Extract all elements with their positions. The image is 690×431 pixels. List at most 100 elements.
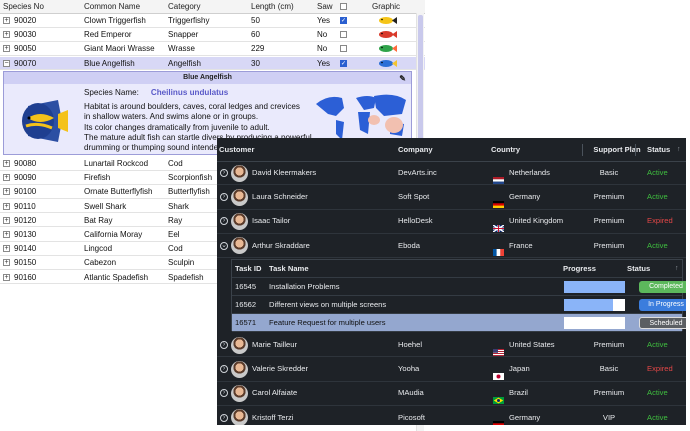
saw-checkbox[interactable] — [340, 31, 347, 39]
expand-chevron-icon[interactable]: › — [220, 389, 228, 398]
support-plan-cell: Premium — [593, 192, 625, 202]
expand-chevron-icon[interactable]: › — [220, 365, 228, 374]
customer-name: Isaac Tailor — [252, 216, 291, 226]
saw-checkbox[interactable]: ✓ — [340, 17, 347, 24]
task-id-cell: 16545 — [235, 282, 257, 291]
status-cell: Active — [647, 168, 668, 177]
category-cell: Triggerfishy — [168, 16, 210, 25]
customer-row[interactable]: › Kristoff Terzi Picosoft Germany VIP Active — [217, 406, 686, 425]
expand-icon[interactable]: + — [3, 45, 10, 53]
column-header[interactable]: Country — [491, 138, 581, 162]
customer-row[interactable]: ⌄ Arthur Skraddare Eboda France Premium Activ… — [217, 234, 686, 258]
expand-icon[interactable]: + — [3, 273, 10, 281]
collapse-chevron-icon[interactable]: ⌄ — [220, 241, 228, 250]
expand-icon[interactable]: + — [3, 188, 10, 196]
customer-name: Laura Schneider — [252, 192, 308, 202]
customer-row[interactable]: › Marie Tailleur Hoehel United States Premiu… — [217, 333, 686, 358]
customer-row[interactable]: › Valerie Skredder Yooha Japan Basic Expired — [217, 357, 686, 382]
customer-name: Valerie Skredder — [252, 364, 308, 374]
task-status-badge: Scheduled — [639, 317, 686, 329]
customer-row[interactable]: › Isaac Tailor HelloDesk United Kingdom Prem… — [217, 209, 686, 234]
column-header[interactable]: Length (cm) — [251, 0, 316, 13]
subgrid-column-header[interactable]: Status — [627, 260, 677, 278]
subgrid-column-header[interactable]: Task ID — [235, 260, 267, 278]
expand-icon[interactable]: + — [3, 174, 10, 182]
expand-icon[interactable]: + — [3, 17, 10, 24]
species-no-cell: 90090 — [14, 173, 37, 183]
sort-arrow-icon[interactable]: ↑ — [677, 138, 681, 162]
flag-jp-icon — [493, 366, 504, 380]
customer-name: Carol Alfaiate — [252, 388, 298, 398]
expand-icon[interactable]: + — [3, 231, 10, 238]
table-row[interactable]: −90070 Blue Angelfish Angelfish 30 Yes ✓ — [0, 56, 425, 71]
task-row[interactable]: 16562 Different views on multiple screens… — [232, 296, 686, 314]
expand-icon[interactable]: + — [3, 160, 10, 167]
species-no-cell: 90160 — [14, 272, 37, 282]
task-status-badge: Completed — [639, 281, 686, 293]
status-cell: Active — [647, 412, 668, 422]
expand-chevron-icon[interactable]: › — [220, 217, 228, 226]
customer-name: David Kleermakers — [252, 168, 317, 177]
country-name: United States — [509, 340, 555, 349]
task-row[interactable]: 16571 Feature Request for multiple users S… — [232, 314, 686, 332]
sort-arrow-icon[interactable]: ↑ — [675, 260, 679, 278]
customer-row[interactable]: › David Kleermakers DevArts.inc Netherlands… — [217, 161, 686, 186]
column-header[interactable]: Status — [647, 138, 681, 162]
progress-fill — [564, 299, 613, 311]
subgrid-column-header[interactable]: Progress — [563, 260, 623, 278]
column-header[interactable]: Common Name — [84, 0, 167, 13]
expand-chevron-icon[interactable]: › — [220, 413, 228, 422]
country-cell: Japan — [493, 357, 585, 381]
table-row[interactable]: +90030 Red Emperor Snapper 60 No — [0, 28, 425, 42]
column-header[interactable]: Species No — [3, 0, 83, 13]
detail-title: Blue Angelfish — [183, 74, 232, 81]
common-name-cell: Swell Shark — [84, 201, 127, 211]
flag-uk-icon — [492, 218, 505, 233]
flag-de-icon — [493, 414, 504, 425]
expand-icon[interactable]: + — [3, 31, 10, 39]
species-no-cell: 90020 — [14, 16, 37, 25]
expand-icon[interactable]: + — [3, 216, 10, 224]
category-cell: Snapper — [168, 30, 199, 40]
expand-chevron-icon[interactable]: › — [220, 169, 228, 177]
avatar — [231, 164, 248, 182]
common-name-cell: Blue Angelfish — [84, 58, 135, 68]
subgrid-column-header[interactable]: Task Name — [269, 260, 469, 278]
expand-icon[interactable]: + — [3, 202, 10, 210]
common-name-cell: Lingcod — [84, 244, 113, 254]
expand-icon[interactable]: + — [3, 245, 10, 253]
column-header[interactable]: Customer — [219, 138, 369, 162]
collapse-icon[interactable]: − — [3, 59, 10, 67]
column-header[interactable]: Category — [168, 0, 250, 13]
avatar — [231, 237, 248, 255]
saw-header-checkbox[interactable] — [340, 3, 347, 10]
expand-icon[interactable]: + — [3, 259, 10, 267]
edit-pencil-icon[interactable]: ✎ — [399, 73, 406, 85]
description-line: Habitat is around boulders, caves, coral… — [84, 102, 300, 112]
customer-row[interactable]: › Laura Schneider Soft Spot Germany Premium A… — [217, 185, 686, 210]
column-header[interactable]: Graphic — [372, 0, 412, 13]
length-cell: 229 — [251, 44, 265, 54]
species-label: Species Name: — [84, 88, 139, 97]
expand-chevron-icon[interactable]: › — [220, 193, 228, 202]
table-row[interactable]: +90020 Clown Triggerfish Triggerfishy 50 Yes… — [0, 14, 425, 28]
saw-checkbox[interactable]: ✓ — [340, 59, 347, 67]
task-row[interactable]: 16545 Installation Problems Completed — [232, 278, 686, 296]
column-header[interactable]: Support Plan — [589, 138, 645, 162]
description-line: Its color changes dramatically from juve… — [84, 122, 270, 132]
support-plan-cell: Premium — [593, 340, 625, 349]
species-no-cell: 90110 — [14, 201, 36, 211]
column-header[interactable]: Company — [398, 138, 478, 162]
support-plan-cell: Premium — [593, 388, 625, 398]
species-line: Species Name: Cheilinus undulatus — [84, 88, 312, 98]
table-row[interactable]: +90050 Giant Maori Wrasse Wrasse 229 No — [0, 42, 425, 56]
task-name-cell: Installation Problems — [269, 282, 340, 291]
country-cell: Germany — [493, 185, 585, 209]
saw-checkbox[interactable] — [340, 45, 347, 53]
country-cell: United States — [493, 333, 585, 357]
customer-row[interactable]: › Carol Alfaiate MAudia Brazil Premium Active — [217, 381, 686, 406]
task-name-cell: Feature Request for multiple users — [269, 318, 386, 327]
flag-nl-icon — [493, 170, 504, 184]
expand-chevron-icon[interactable]: › — [220, 341, 228, 349]
company-cell: Hoehel — [398, 340, 423, 349]
